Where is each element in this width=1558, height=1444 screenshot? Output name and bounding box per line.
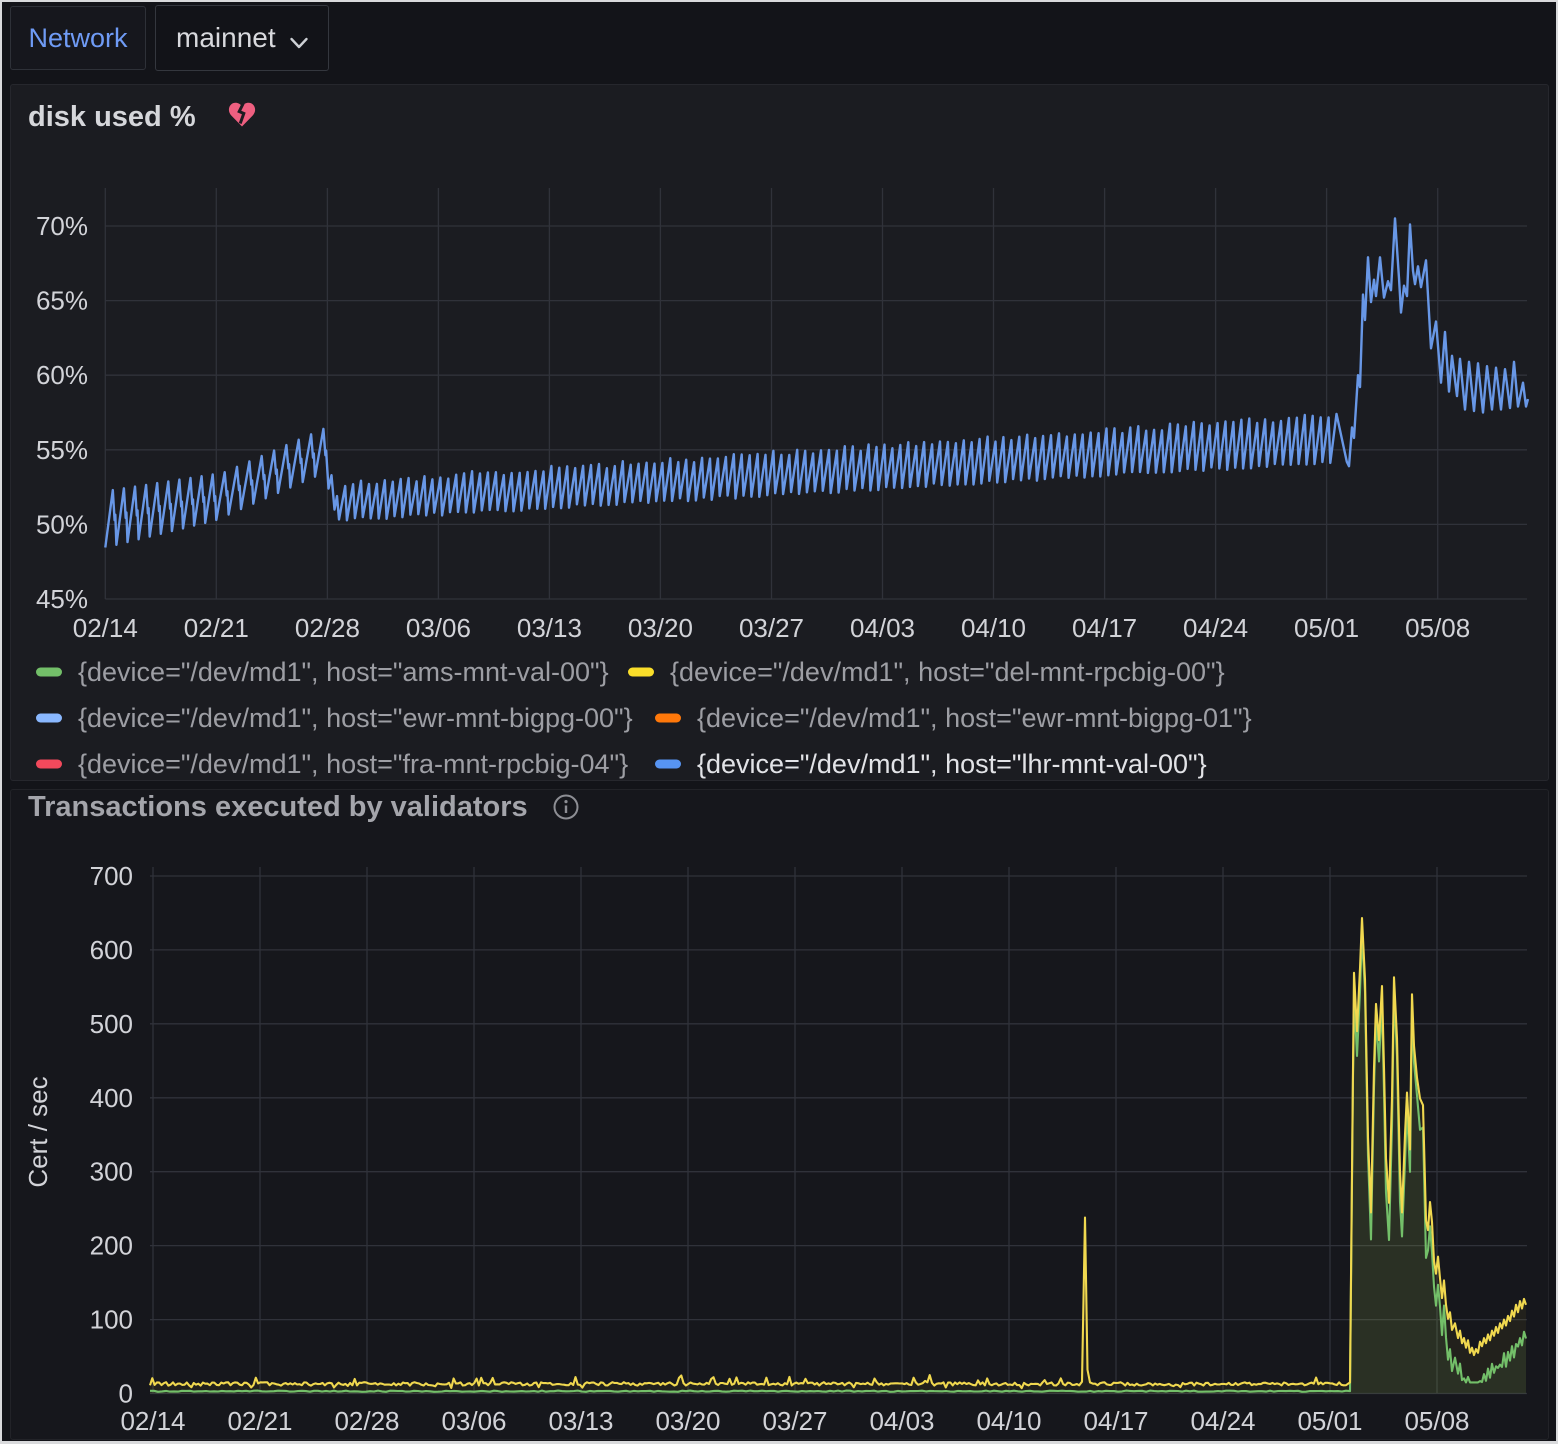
svg-text:03/13: 03/13 — [517, 613, 582, 643]
svg-text:{device="/dev/md1", host="del-: {device="/dev/md1", host="del-mnt-rpcbig… — [670, 657, 1225, 687]
svg-text:03/20: 03/20 — [655, 1406, 720, 1436]
svg-text:04/24: 04/24 — [1190, 1406, 1255, 1436]
svg-text:03/06: 03/06 — [406, 613, 471, 643]
svg-text:300: 300 — [90, 1157, 133, 1187]
svg-text:200: 200 — [90, 1231, 133, 1261]
svg-text:400: 400 — [90, 1083, 133, 1113]
svg-text:04/17: 04/17 — [1072, 613, 1137, 643]
svg-text:{device="/dev/md1", host="fra-: {device="/dev/md1", host="fra-mnt-rpcbig… — [78, 749, 628, 779]
svg-text:03/13: 03/13 — [548, 1406, 613, 1436]
svg-text:05/01: 05/01 — [1297, 1406, 1362, 1436]
svg-text:02/21: 02/21 — [184, 613, 249, 643]
svg-text:700: 700 — [90, 861, 133, 891]
svg-text:{device="/dev/md1", host="ewr-: {device="/dev/md1", host="ewr-mnt-bigpg-… — [697, 703, 1252, 733]
svg-text:{device="/dev/md1", host="ams-: {device="/dev/md1", host="ams-mnt-val-00… — [78, 657, 609, 687]
svg-text:02/28: 02/28 — [295, 613, 360, 643]
svg-text:65%: 65% — [36, 286, 88, 316]
svg-text:04/03: 04/03 — [869, 1406, 934, 1436]
svg-text:500: 500 — [90, 1009, 133, 1039]
svg-text:04/03: 04/03 — [850, 613, 915, 643]
svg-text:02/28: 02/28 — [334, 1406, 399, 1436]
svg-text:{device="/dev/md1", host="ewr-: {device="/dev/md1", host="ewr-mnt-bigpg-… — [78, 703, 633, 733]
svg-text:05/08: 05/08 — [1405, 613, 1470, 643]
svg-text:03/20: 03/20 — [628, 613, 693, 643]
svg-text:04/17: 04/17 — [1083, 1406, 1148, 1436]
svg-text:02/14: 02/14 — [120, 1406, 185, 1436]
svg-text:02/14: 02/14 — [73, 613, 138, 643]
svg-text:0: 0 — [119, 1379, 133, 1409]
svg-text:45%: 45% — [36, 584, 88, 614]
svg-text:04/10: 04/10 — [961, 613, 1026, 643]
svg-text:03/27: 03/27 — [762, 1406, 827, 1436]
svg-text:100: 100 — [90, 1305, 133, 1335]
svg-text:55%: 55% — [36, 435, 88, 465]
svg-text:04/24: 04/24 — [1183, 613, 1248, 643]
svg-text:05/08: 05/08 — [1404, 1406, 1469, 1436]
svg-text:02/21: 02/21 — [227, 1406, 292, 1436]
svg-text:05/01: 05/01 — [1294, 613, 1359, 643]
svg-text:50%: 50% — [36, 509, 88, 539]
svg-text:03/06: 03/06 — [441, 1406, 506, 1436]
svg-text:60%: 60% — [36, 360, 88, 390]
svg-text:03/27: 03/27 — [739, 613, 804, 643]
svg-text:70%: 70% — [36, 211, 88, 241]
svg-text:04/10: 04/10 — [976, 1406, 1041, 1436]
svg-text:600: 600 — [90, 935, 133, 965]
svg-text:Cert / sec: Cert / sec — [23, 1076, 53, 1187]
svg-text:{device="/dev/md1", host="lhr-: {device="/dev/md1", host="lhr-mnt-val-00… — [697, 749, 1207, 779]
